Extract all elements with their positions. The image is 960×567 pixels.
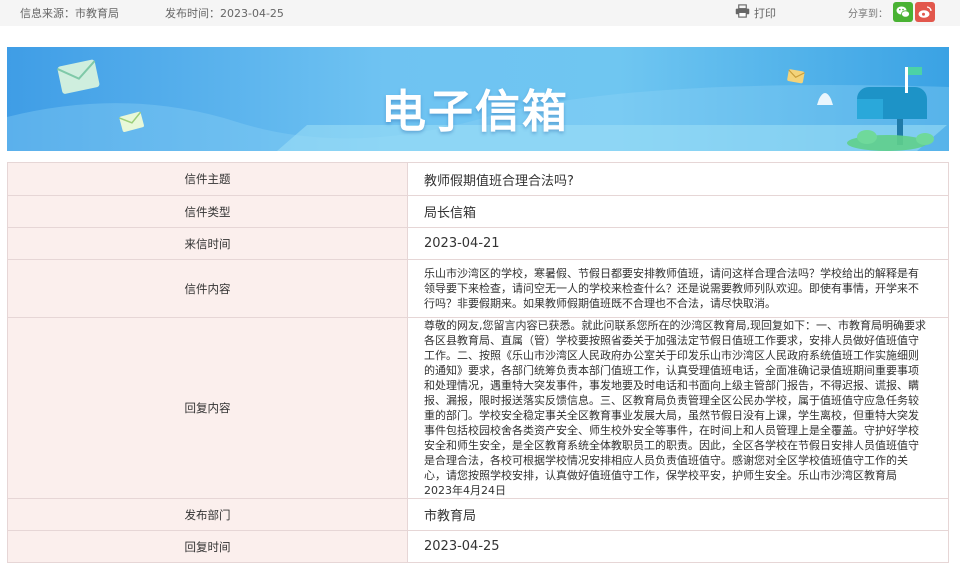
publish-time: 发布时间：2023-04-25 (165, 7, 284, 20)
letter-type: 局长信箱 (407, 195, 949, 228)
table-row: 信件类型 局长信箱 (7, 195, 949, 228)
row-label: 回复内容 (7, 317, 408, 499)
mailbox-icon (847, 67, 934, 151)
letter-table: 信件主题 教师假期值班合理合法吗? 信件类型 局长信箱 来信时间 2023-04… (7, 162, 949, 563)
envelope-icon (57, 59, 100, 94)
row-label: 回复时间 (7, 530, 408, 563)
weibo-share-button[interactable] (915, 2, 935, 22)
publish-department: 市教育局 (407, 498, 949, 531)
row-label: 信件类型 (7, 195, 408, 228)
row-label: 发布部门 (7, 498, 408, 531)
table-row: 来信时间 2023-04-21 (7, 227, 949, 260)
weibo-icon (918, 6, 932, 18)
wechat-share-button[interactable] (893, 2, 913, 22)
info-bar: 信息来源：市教育局 发布时间：2023-04-25 打印 分享到： (0, 0, 960, 26)
mailbox-banner: 电子信箱 (7, 47, 949, 151)
letter-subject: 教师假期值班合理合法吗? (407, 162, 949, 196)
letter-date: 2023-04-21 (407, 227, 949, 260)
share-label: 分享到： (848, 9, 888, 20)
print-label: 打印 (754, 6, 776, 20)
envelope-icon (787, 69, 805, 84)
table-row: 信件主题 教师假期值班合理合法吗? (7, 162, 949, 196)
row-label: 来信时间 (7, 227, 408, 260)
table-row: 回复时间 2023-04-25 (7, 530, 949, 563)
letter-content: 乐山市沙湾区的学校，寒暑假、节假日都要安排教师值班，请问这样合理合法吗？学校给出… (407, 259, 949, 318)
banner-title: 电子信箱 (381, 85, 570, 138)
reply-date: 2023-04-25 (407, 530, 949, 563)
printer-icon (735, 4, 750, 21)
row-label: 信件主题 (7, 162, 408, 196)
reply-content: 尊敬的网友,您留言内容已获悉。就此问联系您所在的沙湾区教育局,现回复如下：一、市… (407, 317, 949, 499)
print-button[interactable]: 打印 (735, 4, 776, 21)
table-row: 发布部门 市教育局 (7, 498, 949, 531)
table-row: 回复内容 尊敬的网友,您留言内容已获悉。就此问联系您所在的沙湾区教育局,现回复如… (7, 317, 949, 499)
row-label: 信件内容 (7, 259, 408, 318)
table-row: 信件内容 乐山市沙湾区的学校，寒暑假、节假日都要安排教师值班，请问这样合理合法吗… (7, 259, 949, 318)
info-source: 信息来源：市教育局 (20, 7, 119, 20)
wechat-icon (896, 6, 910, 18)
